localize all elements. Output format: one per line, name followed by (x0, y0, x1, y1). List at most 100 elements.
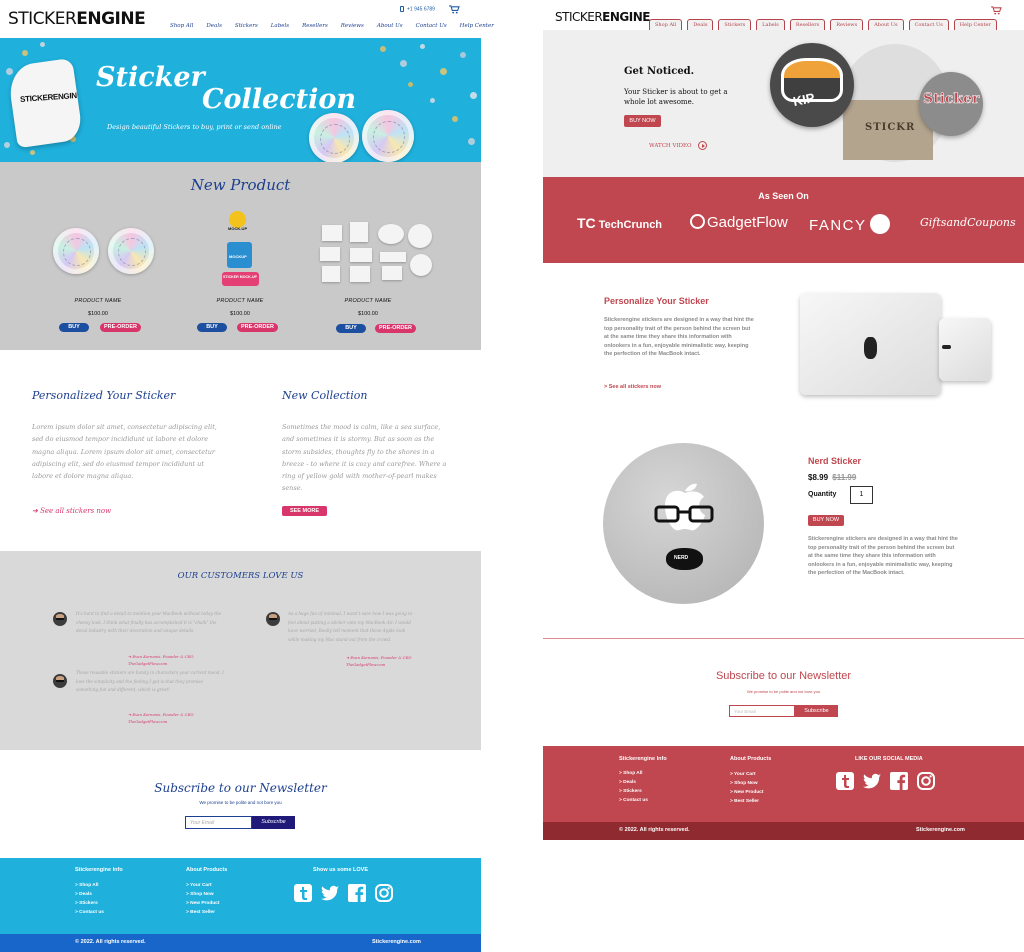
avatar (266, 612, 280, 626)
tab-stickers[interactable]: Stickers (718, 19, 752, 30)
confetti-dot (380, 46, 386, 52)
product-2-buy-button[interactable]: BUY (197, 323, 227, 332)
nav-about-us[interactable]: About Us (377, 23, 403, 29)
right-footer-link[interactable]: > Contact us (619, 798, 648, 803)
product-3-buy-button[interactable]: BUY (336, 324, 366, 333)
right-footer-link[interactable]: > Shop Now (730, 781, 758, 786)
product-2-name[interactable]: PRODUCT NAME (190, 298, 290, 304)
right-subscribe-button[interactable]: Subscribe (795, 705, 838, 717)
nav-contact-us[interactable]: Contact Us (416, 23, 447, 29)
nerd-buy-now-button[interactable]: BUY NOW (808, 515, 844, 526)
product-2-preorder-button[interactable]: PRE-ORDER (237, 323, 278, 332)
nav-help-center[interactable]: Help Center (460, 23, 494, 29)
left-footer-link[interactable]: > Contact us (75, 910, 104, 915)
product-3-card (410, 254, 432, 276)
product-1-name[interactable]: PRODUCT NAME (48, 298, 148, 304)
brand-giftsandcoupons[interactable]: GiftsandCoupons (920, 216, 1016, 229)
left-site-link[interactable]: Stickerengine.com (372, 939, 421, 945)
instagram-icon[interactable] (916, 771, 936, 791)
product-3-preorder-button[interactable]: PRE-ORDER (375, 324, 416, 333)
right-footer-link[interactable]: > Deals (619, 780, 636, 785)
testimonial-2-author: ➔ Evan Kornanis, Founder & CEO (346, 655, 412, 660)
see-all-stickers-link[interactable]: ➔ See all stickers now (32, 507, 111, 515)
nav-shop-all[interactable]: Shop All (170, 23, 193, 29)
left-email-input[interactable]: Your Email (185, 816, 252, 829)
product-1-sticker-b[interactable] (108, 228, 154, 274)
testimonial-1-author: ➔ Evan Kornanis, Founder & CEO (128, 654, 194, 659)
product-1-buy-button[interactable]: BUY (59, 323, 89, 332)
cart-icon[interactable] (449, 5, 460, 14)
product-1-sticker-a[interactable] (53, 228, 99, 274)
product-1-preorder-button[interactable]: PRE-ORDER (100, 323, 141, 332)
twitter-icon[interactable] (862, 771, 882, 791)
testimonial-3-site[interactable]: TheGadgetFlow.com (128, 719, 167, 724)
phone-number[interactable]: +1 945 6789 (400, 6, 435, 12)
tab-reviews[interactable]: Reviews (830, 19, 864, 30)
twitter-icon[interactable] (320, 883, 340, 903)
product-3-name[interactable]: PRODUCT NAME (318, 298, 418, 304)
right-hero-buy-now-button[interactable]: BUY NOW (624, 115, 661, 127)
design-comparison-canvas: STICKERENGINE +1 945 6789 Shop All Deals… (0, 0, 1024, 952)
see-more-button[interactable]: SEE MORE (282, 506, 327, 516)
confetti-dot (4, 142, 10, 148)
tab-help-center[interactable]: Help Center (953, 19, 997, 30)
nerd-badge-label: NERD (674, 555, 689, 561)
right-email-input[interactable]: Your Email (729, 705, 795, 717)
right-footer-link[interactable]: > Stickers (619, 789, 642, 794)
tab-contact-us[interactable]: Contact Us (908, 19, 949, 30)
quantity-input[interactable]: 1 (850, 486, 873, 504)
tab-labels[interactable]: Labels (756, 19, 785, 30)
nav-deals[interactable]: Deals (206, 23, 222, 29)
nav-stickers[interactable]: Stickers (235, 23, 258, 29)
left-footer-link[interactable]: > Shop Now (186, 892, 214, 897)
nav-reviews[interactable]: Reviews (341, 23, 364, 29)
right-footer-link[interactable]: > Best Seller (730, 799, 759, 804)
nerd-sticker-description: Stickerengine stickers are designed in a… (808, 536, 958, 576)
right-footer-info-title: Stickerengine Info (619, 756, 667, 762)
tab-shop-all[interactable]: Shop All (649, 19, 683, 30)
brand-gadgetflow[interactable]: GadgetFlow (690, 214, 788, 231)
tumblr-icon[interactable] (835, 771, 855, 791)
right-footer-link[interactable]: > Your Cart (730, 772, 756, 777)
left-footer (0, 858, 481, 934)
hero-mockup-board-label: STICKR (865, 122, 916, 133)
left-subscribe-subtext: We promise to be polite and not bore you (199, 800, 282, 805)
testimonial-1-site[interactable]: TheGadgetFlow.com (128, 661, 167, 666)
instagram-icon[interactable] (374, 883, 394, 903)
brand-techcrunch[interactable]: TC TechCrunch (577, 215, 662, 231)
left-logo[interactable]: STICKERENGINE (8, 9, 146, 29)
hero-sticker-image (6, 57, 84, 149)
right-footer-link[interactable]: > Shop All (619, 771, 642, 776)
confetti-dot (460, 52, 466, 58)
facebook-icon[interactable] (889, 771, 909, 791)
left-footer-social-title: Show us some LOVE (313, 867, 369, 873)
confetti-dot (408, 82, 413, 87)
brand-fancy[interactable]: FANCY (809, 214, 890, 234)
left-subscribe-heading: Subscribe to our Newsletter (154, 781, 327, 795)
left-header: STICKERENGINE +1 945 6789 Shop All Deals… (0, 0, 494, 38)
left-footer-link[interactable]: > Deals (75, 892, 92, 897)
nav-resellers[interactable]: Resellers (302, 23, 328, 29)
right-logo[interactable]: STICKERENGINE (555, 10, 650, 24)
left-footer-link[interactable]: > Best Seller (186, 910, 215, 915)
left-footer-link[interactable]: > Shop All (75, 883, 98, 888)
cart-icon[interactable] (991, 6, 1002, 15)
left-footer-link[interactable]: > Stickers (75, 901, 98, 906)
facebook-icon[interactable] (347, 883, 367, 903)
see-all-stickers-link[interactable]: > See all stickers now (604, 384, 661, 390)
tab-about-us[interactable]: About Us (868, 19, 904, 30)
testimonial-2-site[interactable]: TheGadgetFlow.com (346, 662, 385, 667)
watch-video-link[interactable]: WATCH VIDEO (649, 141, 707, 150)
left-footer-link[interactable]: > Your Cart (186, 883, 212, 888)
testimonials-title: OUR CUSTOMERS LOVE US (177, 571, 304, 581)
left-footer-link[interactable]: > New Product (186, 901, 219, 906)
product-3-card (350, 266, 370, 282)
section-divider (543, 638, 1024, 639)
right-site-link[interactable]: Stickerengine.com (916, 827, 965, 833)
right-footer-link[interactable]: > New Product (730, 790, 763, 795)
left-subscribe-button[interactable]: Subscribe (252, 816, 295, 829)
nav-labels[interactable]: Labels (271, 23, 289, 29)
tumblr-icon[interactable] (293, 883, 313, 903)
tab-deals[interactable]: Deals (687, 19, 714, 30)
tab-resellers[interactable]: Resellers (789, 19, 826, 30)
